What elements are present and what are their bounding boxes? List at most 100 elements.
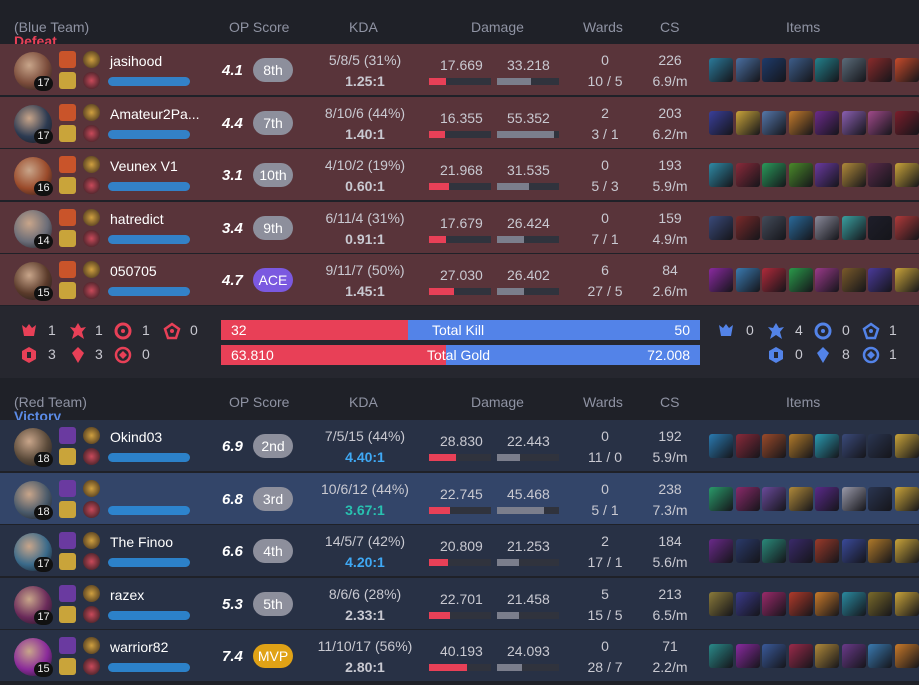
item-icon[interactable] bbox=[815, 434, 839, 458]
keystone-rune-icon[interactable] bbox=[83, 479, 100, 497]
item-icon[interactable] bbox=[735, 434, 760, 458]
item-icon[interactable] bbox=[735, 591, 760, 616]
player-row[interactable]: 17 jasihood 4.1 8th 5/8/5 (31%) 1.25:1 17.669 3… bbox=[0, 44, 919, 96]
item-icon[interactable] bbox=[788, 215, 813, 240]
trinket-item-icon[interactable] bbox=[894, 163, 919, 187]
item-icon[interactable] bbox=[709, 434, 733, 458]
item-icon[interactable] bbox=[762, 110, 786, 135]
summoner-spell-icon[interactable] bbox=[59, 229, 76, 247]
player-row[interactable]: 18 Okind03 6.9 2nd 7/5/15 (44%) 4.40:1 28.830 2… bbox=[0, 420, 919, 472]
item-icon[interactable] bbox=[788, 591, 813, 616]
item-icon[interactable] bbox=[868, 215, 892, 240]
summoner-spell-icon[interactable] bbox=[59, 103, 76, 121]
item-icon[interactable] bbox=[841, 268, 866, 292]
secondary-rune-icon[interactable] bbox=[83, 605, 100, 623]
trinket-item-icon[interactable] bbox=[894, 268, 919, 292]
summoner-spell-icon[interactable] bbox=[59, 584, 76, 602]
item-icon[interactable] bbox=[868, 486, 892, 511]
keystone-rune-icon[interactable] bbox=[83, 103, 100, 121]
item-icon[interactable] bbox=[841, 486, 866, 511]
player-row[interactable]: 16 Veunex V1 3.1 10th 4/10/2 (19%) 0.60:1 21.9… bbox=[0, 149, 919, 201]
item-icon[interactable] bbox=[868, 434, 892, 458]
keystone-rune-icon[interactable] bbox=[83, 584, 100, 602]
item-icon[interactable] bbox=[762, 163, 786, 187]
item-icon[interactable] bbox=[735, 58, 760, 82]
trinket-item-icon[interactable] bbox=[894, 644, 919, 668]
trinket-item-icon[interactable] bbox=[894, 591, 919, 616]
summoner-name[interactable]: The Finoo bbox=[110, 534, 173, 550]
trinket-item-icon[interactable] bbox=[894, 58, 919, 82]
summoner-name[interactable]: 050705 bbox=[110, 263, 157, 279]
keystone-rune-icon[interactable] bbox=[83, 51, 100, 68]
item-icon[interactable] bbox=[815, 163, 839, 187]
item-icon[interactable] bbox=[709, 486, 733, 511]
keystone-rune-icon[interactable] bbox=[83, 208, 100, 226]
item-icon[interactable] bbox=[841, 591, 866, 616]
trinket-item-icon[interactable] bbox=[894, 110, 919, 135]
keystone-rune-icon[interactable] bbox=[83, 427, 100, 444]
player-row[interactable]: 15 warrior82 7.4 MVP 11/10/17 (56%) 2.80:1 40.… bbox=[0, 630, 919, 682]
summoner-spell-icon[interactable] bbox=[59, 282, 76, 299]
summoner-spell-icon[interactable] bbox=[59, 658, 76, 675]
item-icon[interactable] bbox=[868, 539, 892, 563]
item-icon[interactable] bbox=[735, 110, 760, 135]
item-icon[interactable] bbox=[841, 163, 866, 187]
item-icon[interactable] bbox=[735, 163, 760, 187]
secondary-rune-icon[interactable] bbox=[83, 72, 100, 89]
item-icon[interactable] bbox=[788, 644, 813, 668]
item-icon[interactable] bbox=[709, 215, 733, 240]
summoner-spell-icon[interactable] bbox=[59, 448, 76, 465]
trinket-item-icon[interactable] bbox=[894, 434, 919, 458]
secondary-rune-icon[interactable] bbox=[83, 229, 100, 247]
keystone-rune-icon[interactable] bbox=[83, 532, 100, 549]
item-icon[interactable] bbox=[762, 215, 786, 240]
item-icon[interactable] bbox=[762, 434, 786, 458]
item-icon[interactable] bbox=[868, 644, 892, 668]
summoner-spell-icon[interactable] bbox=[59, 124, 76, 142]
keystone-rune-icon[interactable] bbox=[83, 261, 100, 278]
item-icon[interactable] bbox=[815, 644, 839, 668]
secondary-rune-icon[interactable] bbox=[83, 553, 100, 570]
item-icon[interactable] bbox=[709, 591, 733, 616]
item-icon[interactable] bbox=[762, 486, 786, 511]
item-icon[interactable] bbox=[788, 539, 813, 563]
player-row[interactable]: 15 050705 4.7 ACE 9/11/7 (50%) 1.45:1 27.030 26… bbox=[0, 254, 919, 306]
item-icon[interactable] bbox=[815, 539, 839, 563]
item-icon[interactable] bbox=[735, 268, 760, 292]
item-icon[interactable] bbox=[868, 163, 892, 187]
item-icon[interactable] bbox=[815, 110, 839, 135]
summoner-spell-icon[interactable] bbox=[59, 427, 76, 444]
secondary-rune-icon[interactable] bbox=[83, 177, 100, 194]
summoner-spell-icon[interactable] bbox=[59, 637, 76, 654]
summoner-name[interactable]: Amateur2Pa... bbox=[110, 106, 200, 122]
summoner-spell-icon[interactable] bbox=[59, 261, 76, 278]
item-icon[interactable] bbox=[815, 268, 839, 292]
secondary-rune-icon[interactable] bbox=[83, 658, 100, 675]
item-icon[interactable] bbox=[709, 58, 733, 82]
item-icon[interactable] bbox=[815, 591, 839, 616]
secondary-rune-icon[interactable] bbox=[83, 124, 100, 142]
item-icon[interactable] bbox=[735, 644, 760, 668]
keystone-rune-icon[interactable] bbox=[83, 637, 100, 654]
item-icon[interactable] bbox=[841, 644, 866, 668]
summoner-spell-icon[interactable] bbox=[59, 72, 76, 89]
player-row[interactable]: 17 razex 5.3 5th 8/6/6 (28%) 2.33:1 22.701 21.4… bbox=[0, 577, 919, 630]
item-icon[interactable] bbox=[841, 434, 866, 458]
item-icon[interactable] bbox=[762, 644, 786, 668]
item-icon[interactable] bbox=[841, 539, 866, 563]
player-row[interactable]: 17 The Finoo 6.6 4th 14/5/7 (42%) 4.20:1 20.80… bbox=[0, 525, 919, 577]
item-icon[interactable] bbox=[788, 110, 813, 135]
summoner-spell-icon[interactable] bbox=[59, 479, 76, 497]
item-icon[interactable] bbox=[841, 110, 866, 135]
summoner-spell-icon[interactable] bbox=[59, 500, 76, 518]
item-icon[interactable] bbox=[762, 58, 786, 82]
item-icon[interactable] bbox=[788, 268, 813, 292]
item-icon[interactable] bbox=[841, 215, 866, 240]
summoner-spell-icon[interactable] bbox=[59, 605, 76, 623]
item-icon[interactable] bbox=[815, 215, 839, 240]
item-icon[interactable] bbox=[762, 591, 786, 616]
item-icon[interactable] bbox=[868, 268, 892, 292]
item-icon[interactable] bbox=[788, 163, 813, 187]
trinket-item-icon[interactable] bbox=[894, 539, 919, 563]
summoner-name[interactable]: hatredict bbox=[110, 211, 164, 227]
